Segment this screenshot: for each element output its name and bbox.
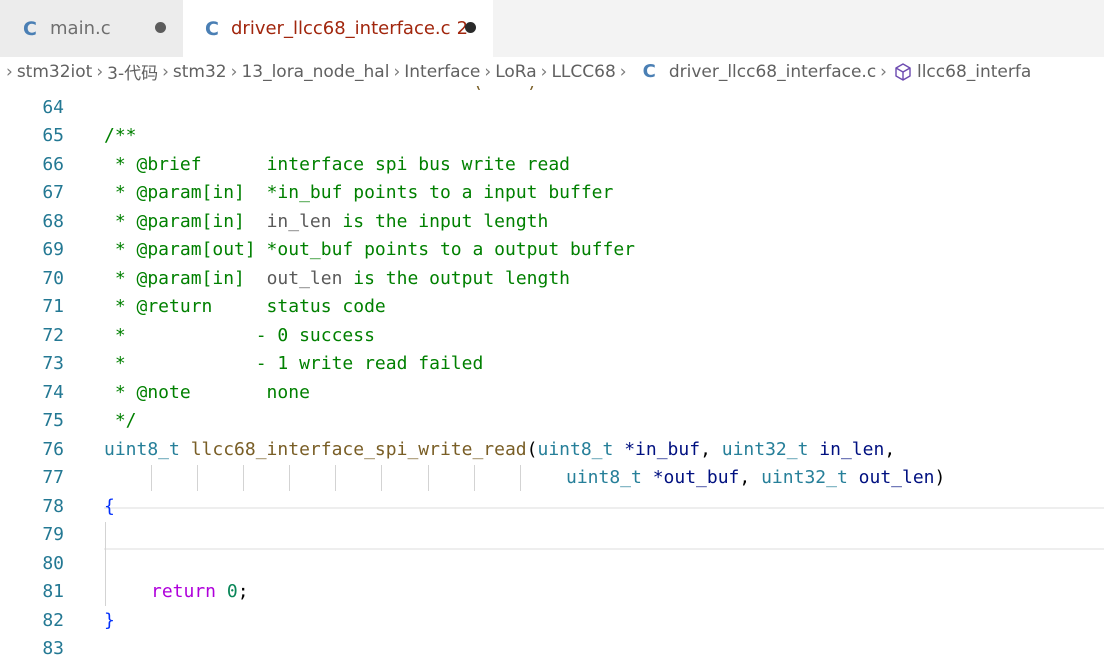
line-number: 74 [42,382,64,403]
line-number: 70 [42,268,64,289]
chevron-right-icon: › [230,61,238,82]
code-editor[interactable]: _ _ _ _ ( ) 64 65 66 67 68 69 70 71 72 7… [0,86,1104,661]
tab-driver-llcc68-interface[interactable]: C driver_llcc68_interface.c 2 [183,0,493,57]
c-file-icon: C [23,17,37,40]
current-line-highlight [104,507,1104,550]
breadcrumb: › stm32iot › 3-代码 › stm32 › 13_lora_node… [0,57,1104,86]
breadcrumb-symbol[interactable]: llcc68_interfa [917,62,1031,82]
line-number: 65 [42,125,64,146]
line-number: 78 [42,496,64,517]
close-brace: } [104,610,115,631]
tab-label: driver_llcc68_interface.c [231,18,451,39]
indent-guide [335,465,336,491]
code-line: * @param[in] in_len is the input length [104,211,549,232]
indent-guide [520,465,521,491]
indent-guide [289,465,290,491]
line-number: 80 [42,553,64,574]
chevron-right-icon: › [393,61,401,82]
line-number: 66 [42,154,64,175]
chevron-right-icon: › [619,61,627,82]
breadcrumb-item[interactable]: 3-代码 [107,59,158,84]
clipped-code-line: _ _ _ _ ( ) [104,86,537,90]
code-line: */ [104,410,137,431]
code-line: * @brief interface spi bus write read [104,154,571,175]
c-file-icon: C [205,17,219,40]
indent-guide [197,465,198,491]
line-number: 83 [42,638,64,659]
code-line: * @param[in] *in_buf points to a input b… [104,182,614,203]
line-number-gutter: 64 65 66 67 68 69 70 71 72 73 74 75 76 7… [0,86,94,661]
line-number: 73 [42,353,64,374]
line-number: 72 [42,325,64,346]
indent-guide [243,465,244,491]
chevron-right-icon: › [484,61,492,82]
line-number: 68 [42,211,64,232]
breadcrumb-item[interactable]: Interface [404,62,480,82]
indent-guide [428,465,429,491]
line-number: 81 [42,581,64,602]
breadcrumb-item[interactable]: stm32iot [17,62,93,82]
breadcrumb-item[interactable]: 13_lora_node_hal [241,62,389,82]
chevron-right-icon: › [540,61,548,82]
function-signature-line: uint8_t *out_buf, uint32_t out_len) [566,467,946,488]
chevron-right-icon: › [162,61,169,82]
line-number: 64 [42,97,64,118]
indent-guide [381,465,382,491]
indent-guide [151,465,152,491]
line-number: 79 [42,524,64,545]
breadcrumb-item[interactable]: LoRa [495,62,536,82]
cube-icon [895,62,911,81]
unsaved-dot-icon[interactable] [465,22,476,33]
breadcrumb-item[interactable]: LLCC68 [551,62,615,82]
chevron-right-icon: › [6,61,13,82]
indent-guide [105,522,106,606]
chevron-right-icon: › [880,61,887,82]
line-number: 77 [42,467,64,488]
breadcrumb-item[interactable]: stm32 [173,62,227,82]
code-line: * @param[out] *out_buf points to a outpu… [104,239,636,260]
breadcrumb-file[interactable]: driver_llcc68_interface.c [669,62,876,82]
editor-tab-bar: C main.c C driver_llcc68_interface.c 2 [0,0,1104,57]
line-number: 67 [42,182,64,203]
chevron-right-icon: › [96,61,104,82]
function-signature-line: uint8_t llcc68_interface_spi_write_read(… [104,439,896,460]
line-number: 71 [42,296,64,317]
indent-guide [474,465,475,491]
tab-label: main.c [50,18,111,39]
line-number: 69 [42,239,64,260]
code-line: * - 0 success [104,325,375,346]
code-line: * @note none [104,382,310,403]
unsaved-dot-icon[interactable] [155,22,166,33]
line-number: 76 [42,439,64,460]
code-line: * @param[in] out_len is the output lengt… [104,268,571,289]
c-file-icon: C [642,61,656,82]
open-brace: { [104,496,115,517]
line-number: 82 [42,610,64,631]
code-line: * - 1 write read failed [104,353,484,374]
tab-main-c[interactable]: C main.c [0,0,183,57]
return-statement: return 0; [151,581,249,602]
code-line: /** [104,125,137,146]
code-line: * @return status code [104,296,386,317]
line-number: 75 [42,410,64,431]
